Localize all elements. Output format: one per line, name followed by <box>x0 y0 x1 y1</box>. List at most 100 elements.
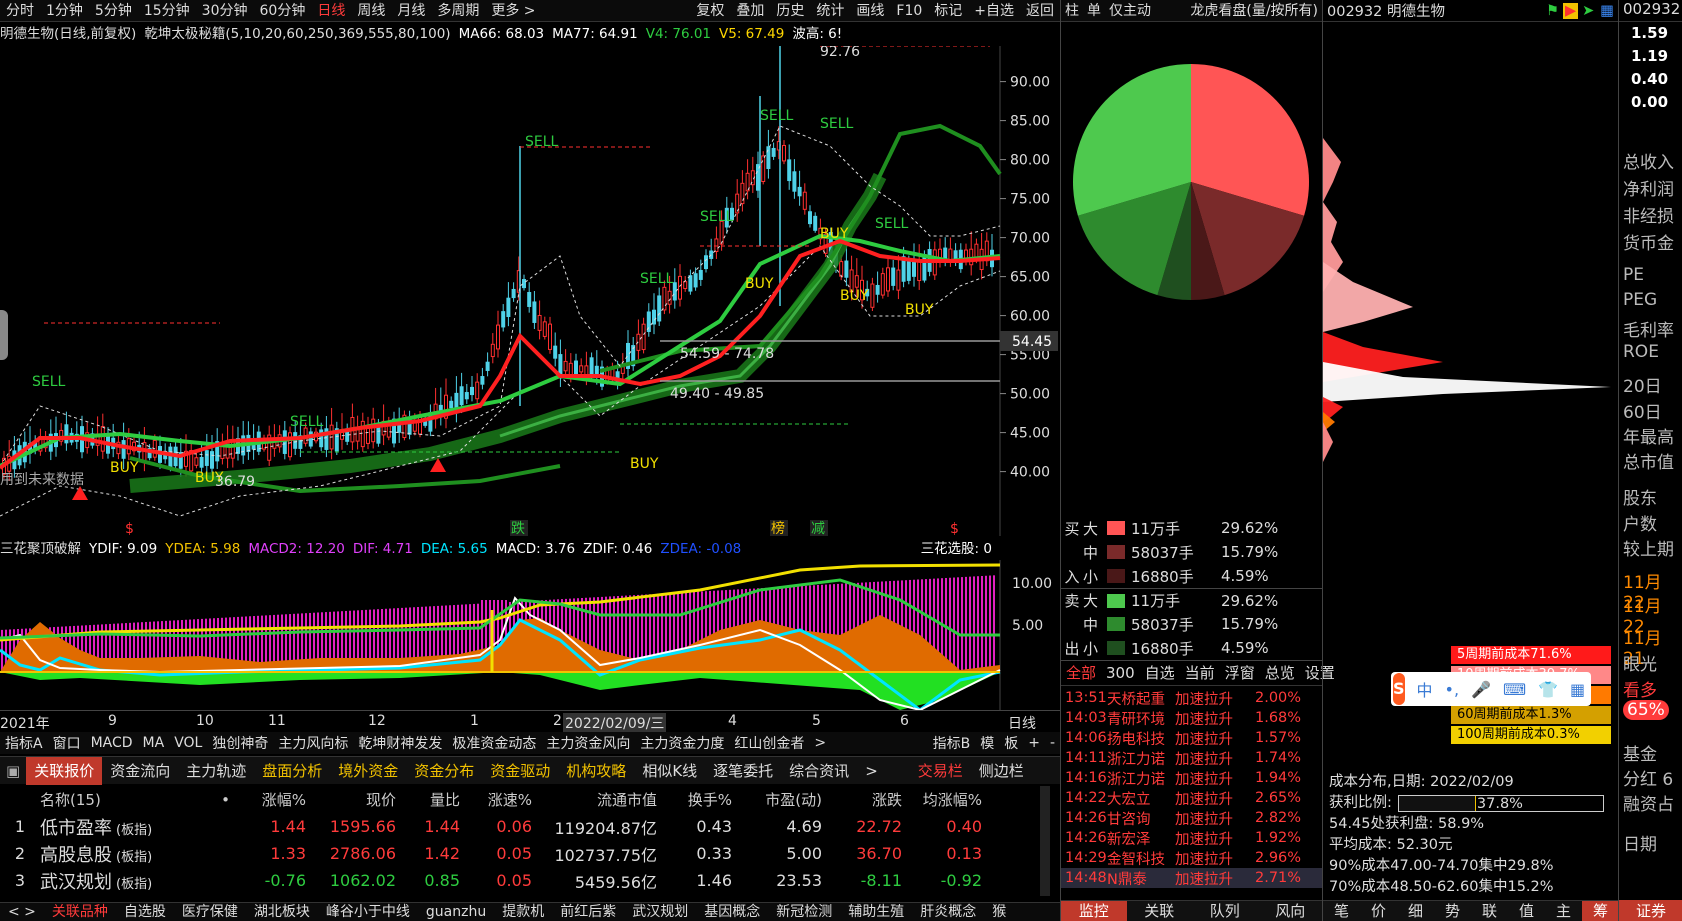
block-tab-12[interactable]: 辅助生殖 <box>840 903 912 921</box>
indicator-tab-10[interactable]: 主力资金力度 <box>635 733 729 753</box>
timeframe-9[interactable]: 多周期 <box>431 0 485 22</box>
monitor-row[interactable]: 14:22 大宏立 加速拉升 2.65% <box>1061 788 1323 808</box>
panel-tab-6[interactable]: 资金驱动 <box>482 757 558 785</box>
monitor-tab-5[interactable]: 总览 <box>1260 660 1300 686</box>
indicator-tab-11[interactable]: 红山创金者 <box>729 733 809 753</box>
monitor-bottom-tab-0[interactable]: 监控 <box>1061 900 1127 921</box>
arrow-icon[interactable]: ➤ <box>1580 3 1596 19</box>
indicator-right-1[interactable]: 模 <box>975 733 999 753</box>
panel-tab-7[interactable]: 机构攻略 <box>558 757 634 785</box>
right-bottom-tab-6[interactable]: 主 <box>1545 901 1582 921</box>
flag-icon[interactable]: ⚑ <box>1544 3 1561 19</box>
col-header-3[interactable]: 涨幅% <box>230 789 306 810</box>
action-3[interactable]: 统计 <box>810 0 850 22</box>
indicator-tab-1[interactable]: 窗口 <box>48 733 86 753</box>
monitor-row[interactable]: 14:03 青研环境 加速拉升 1.68% <box>1061 708 1323 728</box>
settings-icon[interactable]: ▣ <box>0 762 26 780</box>
indicator-tab-8[interactable]: 极准资金动态 <box>447 733 541 753</box>
indicator-tab-4[interactable]: VOL <box>169 735 207 751</box>
panel-tab-3[interactable]: 盘面分析 <box>254 757 330 785</box>
action-7[interactable]: +自选 <box>968 0 1020 22</box>
panel-tab-5[interactable]: 资金分布 <box>406 757 482 785</box>
main-kline-chart[interactable]: 90.0085.0080.0075.0070.0065.0060.0055.00… <box>0 46 1060 536</box>
flow-header-0[interactable]: 柱 <box>1061 0 1083 22</box>
col-header-10[interactable]: 涨跌 <box>822 789 902 810</box>
image-icon[interactable]: ▦ <box>1596 3 1618 19</box>
play-icon[interactable]: ▶ <box>1562 2 1579 19</box>
panel-tab-9[interactable]: 逐笔委托 <box>705 757 781 785</box>
ime-chinese-mode-icon[interactable]: 中 <box>1411 677 1439 701</box>
indicator-right-0[interactable]: 指标B <box>928 733 976 753</box>
skin-icon[interactable]: 👕 <box>1532 680 1564 699</box>
left-expand-handle[interactable] <box>0 310 8 360</box>
panel-tab-13[interactable]: 侧边栏 <box>971 757 1032 785</box>
panel-tab-4[interactable]: 境外资金 <box>330 757 406 785</box>
monitor-tab-0[interactable]: 全部 <box>1061 660 1101 686</box>
indicator-tab-0[interactable]: 指标A <box>0 733 48 753</box>
fr-bottom-tab[interactable]: 证券 <box>1619 900 1682 921</box>
monitor-row[interactable]: 14:26 新宏泽 加速拉升 1.92% <box>1061 828 1323 848</box>
action-6[interactable]: 标记 <box>928 0 968 22</box>
microphone-icon[interactable]: 🎤 <box>1465 680 1497 699</box>
monitor-row[interactable]: 14:06 扬电科技 加速拉升 1.57% <box>1061 728 1323 748</box>
col-header-5[interactable]: 量比 <box>396 789 460 810</box>
col-header-11[interactable]: 均涨幅% <box>902 789 982 810</box>
indicator-name[interactable]: 乾坤太极秘籍(5,10,20,60,250,369,555,80,100) <box>144 22 450 46</box>
timeframe-2[interactable]: 5分钟 <box>89 0 138 22</box>
panel-tab-8[interactable]: 相似K线 <box>634 757 705 785</box>
monitor-bottom-tab-1[interactable]: 关联 <box>1127 901 1193 921</box>
timeframe-0[interactable]: 分时 <box>0 0 40 22</box>
monitor-tab-1[interactable]: 300 <box>1101 660 1140 686</box>
monitor-row[interactable]: 14:48 N鼎泰 加速拉升 2.71% <box>1061 868 1323 888</box>
macd-indicator-chart[interactable]: 10.00 5.00 <box>0 560 1060 710</box>
monitor-row[interactable]: 14:29 金智科技 加速拉升 2.96% <box>1061 848 1323 868</box>
flow-header-3[interactable]: 龙虎看盘(量/按所有) <box>1186 0 1322 22</box>
panel-tab-11[interactable]: > <box>857 757 886 785</box>
right-bottom-tab-2[interactable]: 细 <box>1397 901 1434 921</box>
monitor-row[interactable]: 14:11 浙江力诺 加速拉升 1.74% <box>1061 748 1323 768</box>
indicator-tab-12[interactable]: > <box>809 735 831 751</box>
flow-header-2[interactable]: 仅主动 <box>1105 0 1155 22</box>
macd-indicator-name[interactable]: 三花聚顶破解 <box>0 538 81 560</box>
block-tab-1[interactable]: 关联品种 <box>44 903 116 921</box>
monitor-row[interactable]: 14:16 浙江力诺 加速拉升 1.94% <box>1061 768 1323 788</box>
block-tab-8[interactable]: 前红后紫 <box>552 903 624 921</box>
block-tab-5[interactable]: 峰谷小于中线 <box>318 903 418 921</box>
ime-toolbar[interactable]: S 中 •, 🎤 ⌨ 👕 ▦ <box>1391 672 1591 706</box>
indicator-tab-2[interactable]: MACD <box>86 735 138 751</box>
action-0[interactable]: 复权 <box>690 0 730 22</box>
block-tab-6[interactable]: guanzhu <box>418 903 494 921</box>
table-row[interactable]: 3 武汉规划 (板指) -0.76 1062.02 0.85 0.05 5459.56亿 1.4… <box>0 867 1060 894</box>
monitor-row[interactable]: 14:26 甘咨询 加速拉升 2.82% <box>1061 808 1323 828</box>
table-row[interactable]: 2 高股息股 (板指) 1.33 2786.06 1.42 0.05 102737.75亿 0.… <box>0 840 1060 867</box>
block-tab-7[interactable]: 提款机 <box>494 903 552 921</box>
col-header-6[interactable]: 涨速% <box>460 789 532 810</box>
panel-tab-0[interactable]: 关联报价 <box>26 756 103 785</box>
block-tab-9[interactable]: 武汉规划 <box>624 903 696 921</box>
timeframe-3[interactable]: 15分钟 <box>138 0 196 22</box>
panel-tab-2[interactable]: 主力轨迹 <box>178 757 254 785</box>
right-bottom-tab-4[interactable]: 联 <box>1471 901 1508 921</box>
timeframe-10[interactable]: 更多 > <box>485 0 541 22</box>
timeframe-1[interactable]: 1分钟 <box>40 0 89 22</box>
indicator-tab-5[interactable]: 独创神奇 <box>207 733 273 753</box>
col-header-7[interactable]: 流通市值 <box>532 789 657 810</box>
toolbox-icon[interactable]: ▦ <box>1564 680 1591 699</box>
monitor-tab-4[interactable]: 浮窗 <box>1220 660 1260 686</box>
right-bottom-tab-5[interactable]: 值 <box>1508 901 1545 921</box>
block-tab-4[interactable]: 湖北板块 <box>246 903 318 921</box>
table-row[interactable]: 1 低市盈率 (板指) 1.44 1595.66 1.44 0.06 119204.87亿 0.… <box>0 813 1060 840</box>
panel-tab-10[interactable]: 综合资讯 <box>781 757 857 785</box>
indicator-tab-9[interactable]: 主力资金风向 <box>541 733 635 753</box>
block-tab-3[interactable]: 医疗保健 <box>174 903 246 921</box>
action-8[interactable]: 返回 <box>1020 0 1060 22</box>
timeframe-4[interactable]: 30分钟 <box>196 0 254 22</box>
timeframe-8[interactable]: 月线 <box>391 0 431 22</box>
col-header-9[interactable]: 市盈(动) <box>732 789 822 810</box>
indicator-right-4[interactable]: - <box>1045 735 1060 751</box>
monitor-bottom-tab-2[interactable]: 队列 <box>1192 901 1258 921</box>
block-tab-11[interactable]: 新冠检测 <box>768 903 840 921</box>
monitor-tab-3[interactable]: 当前 <box>1180 660 1220 686</box>
block-tab-2[interactable]: 自选股 <box>116 903 174 921</box>
right-bottom-tab-0[interactable]: 笔 <box>1323 901 1360 921</box>
